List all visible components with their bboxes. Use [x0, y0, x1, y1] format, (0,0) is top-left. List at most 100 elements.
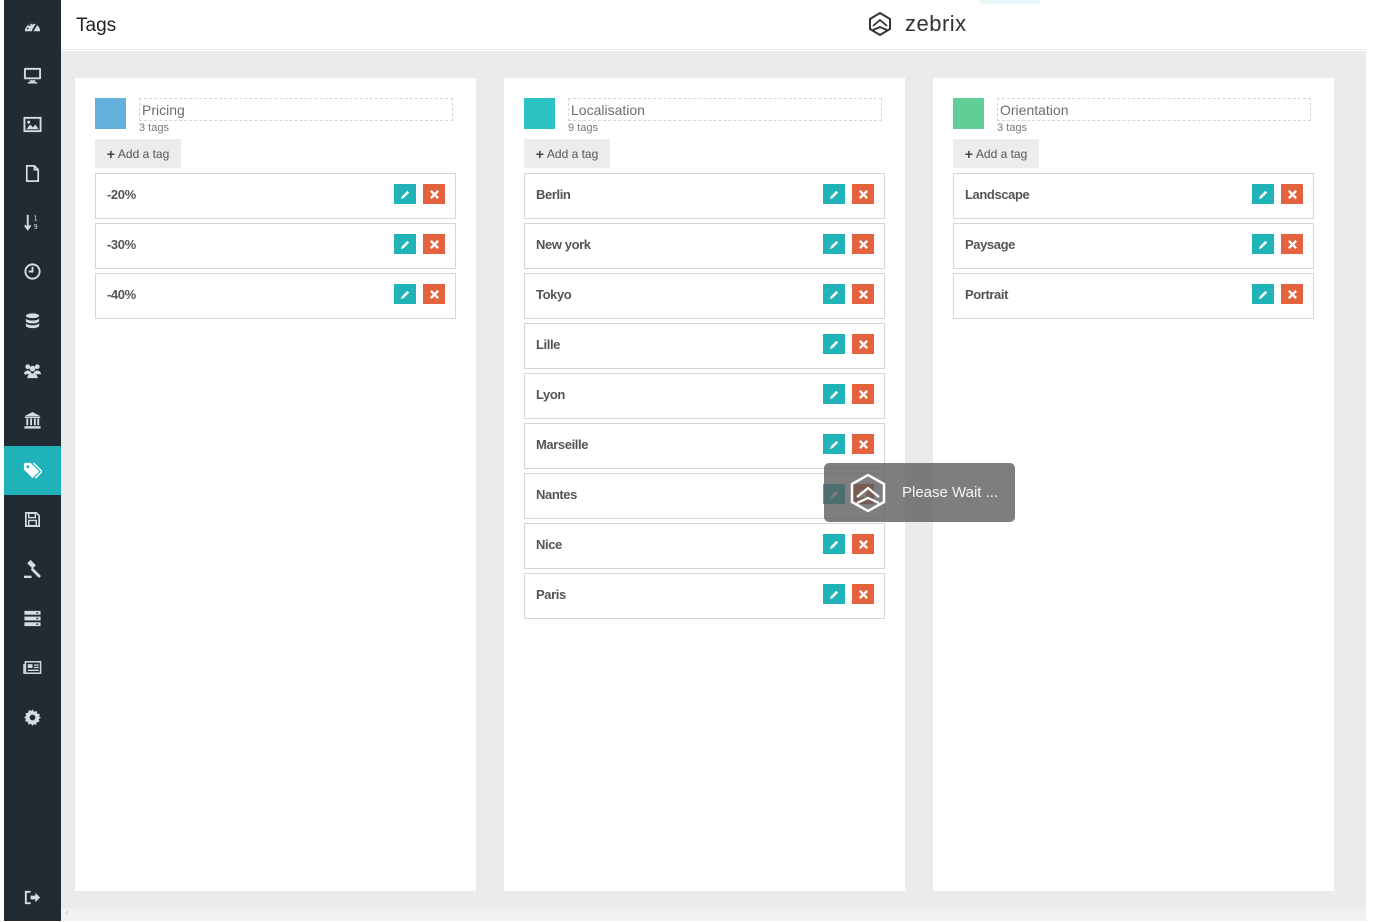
edit-tag-button[interactable]: [394, 184, 416, 204]
close-icon: [1287, 239, 1297, 249]
group-name-field[interactable]: Pricing: [139, 98, 453, 121]
add-tag-label: Add a tag: [117, 146, 170, 161]
group-name-field[interactable]: Orientation: [997, 98, 1311, 121]
edit-tag-button[interactable]: [823, 234, 845, 254]
tag-row: -20%: [95, 173, 456, 219]
pencil-icon: [1258, 190, 1267, 199]
close-icon: [429, 189, 439, 199]
nav-save[interactable]: [4, 495, 61, 544]
close-icon: [858, 339, 868, 349]
delete-tag-button[interactable]: [423, 184, 445, 204]
brand-name: zebrix: [905, 11, 967, 36]
nav-organization[interactable]: [4, 396, 61, 445]
close-icon: [858, 189, 868, 199]
close-icon: [429, 239, 439, 249]
clock-icon: [24, 263, 41, 280]
edit-tag-button[interactable]: [1252, 284, 1274, 304]
sidebar: 19: [4, 0, 61, 921]
nav-data[interactable]: [4, 297, 61, 346]
close-icon: [858, 539, 868, 549]
tag-name: New york: [536, 237, 591, 252]
close-icon: [858, 589, 868, 599]
delete-tag-button[interactable]: [423, 284, 445, 304]
edit-tag-button[interactable]: [1252, 184, 1274, 204]
loading-logo-icon: [850, 473, 886, 512]
delete-tag-button[interactable]: [852, 184, 874, 204]
delete-tag-button[interactable]: [852, 534, 874, 554]
nav-media[interactable]: [4, 100, 61, 149]
pencil-icon: [1258, 290, 1267, 299]
delete-tag-button[interactable]: [852, 584, 874, 604]
nav-servers[interactable]: [4, 594, 61, 643]
top-accent: [980, 0, 1040, 4]
tag-row: Paysage: [953, 223, 1314, 269]
delete-tag-button[interactable]: [852, 284, 874, 304]
loading-text: Please Wait ...: [902, 484, 999, 501]
brand-logo: zebrix: [867, 11, 967, 37]
database-icon: [25, 313, 40, 329]
nav-sort[interactable]: 19: [4, 198, 61, 247]
gear-icon: [23, 709, 42, 727]
group-name-field[interactable]: Localisation: [568, 98, 882, 121]
edit-tag-button[interactable]: [823, 334, 845, 354]
nav-news[interactable]: [4, 643, 61, 692]
tag-row: Berlin: [524, 173, 885, 219]
nav-screens[interactable]: [4, 51, 61, 100]
tag-row: Portrait: [953, 273, 1314, 319]
group-color-swatch[interactable]: [95, 98, 126, 129]
add-tag-button[interactable]: + Add a tag: [95, 139, 181, 168]
tag-name: -30%: [107, 237, 136, 252]
nav-tools[interactable]: [4, 545, 61, 594]
delete-tag-button[interactable]: [852, 384, 874, 404]
server-icon: [24, 610, 41, 627]
edit-tag-button[interactable]: [394, 234, 416, 254]
bank-icon: [24, 411, 41, 429]
tag-name: -20%: [107, 187, 136, 202]
delete-tag-button[interactable]: [1281, 234, 1303, 254]
edit-tag-button[interactable]: [823, 534, 845, 554]
horizontal-scrollbar[interactable]: ‹: [61, 907, 1366, 921]
close-icon: [1287, 289, 1297, 299]
nav-tags[interactable]: [4, 446, 61, 495]
zebrix-logo-icon: [869, 11, 891, 37]
file-icon: [25, 165, 40, 182]
tag-row: -30%: [95, 223, 456, 269]
delete-tag-button[interactable]: [852, 334, 874, 354]
group-color-swatch[interactable]: [953, 98, 984, 129]
edit-tag-button[interactable]: [823, 584, 845, 604]
newspaper-icon: [23, 661, 42, 674]
edit-tag-button[interactable]: [823, 384, 845, 404]
monitor-icon: [23, 67, 42, 84]
nav-dashboard[interactable]: [4, 2, 61, 51]
delete-tag-button[interactable]: [1281, 184, 1303, 204]
nav-pages[interactable]: [4, 149, 61, 198]
page-title: Tags: [76, 15, 117, 36]
tag-name: Paysage: [965, 237, 1015, 252]
close-icon: [858, 389, 868, 399]
add-tag-button[interactable]: + Add a tag: [524, 139, 610, 168]
group-color-swatch[interactable]: [524, 98, 555, 129]
tag-name: Berlin: [536, 187, 571, 202]
edit-tag-button[interactable]: [823, 284, 845, 304]
tag-row: Landscape: [953, 173, 1314, 219]
pencil-icon: [829, 390, 838, 399]
edit-tag-button[interactable]: [823, 184, 845, 204]
delete-tag-button[interactable]: [852, 434, 874, 454]
edit-tag-button[interactable]: [394, 284, 416, 304]
delete-tag-button[interactable]: [1281, 284, 1303, 304]
add-tag-button[interactable]: + Add a tag: [953, 139, 1039, 168]
edit-tag-button[interactable]: [823, 434, 845, 454]
nav-schedule[interactable]: [4, 247, 61, 296]
nav-logout[interactable]: [4, 873, 61, 922]
delete-tag-button[interactable]: [423, 234, 445, 254]
tag-row: Nice: [524, 523, 885, 569]
delete-tag-button[interactable]: [852, 234, 874, 254]
pencil-icon: [400, 290, 409, 299]
scroll-left-icon[interactable]: ‹: [65, 907, 69, 919]
top-bar: Tags zebrix: [61, 0, 1366, 50]
edit-tag-button[interactable]: [1252, 234, 1274, 254]
nav-users[interactable]: [4, 346, 61, 395]
save-icon: [24, 511, 41, 528]
nav-settings[interactable]: [4, 693, 61, 742]
tag-row: Lyon: [524, 373, 885, 419]
